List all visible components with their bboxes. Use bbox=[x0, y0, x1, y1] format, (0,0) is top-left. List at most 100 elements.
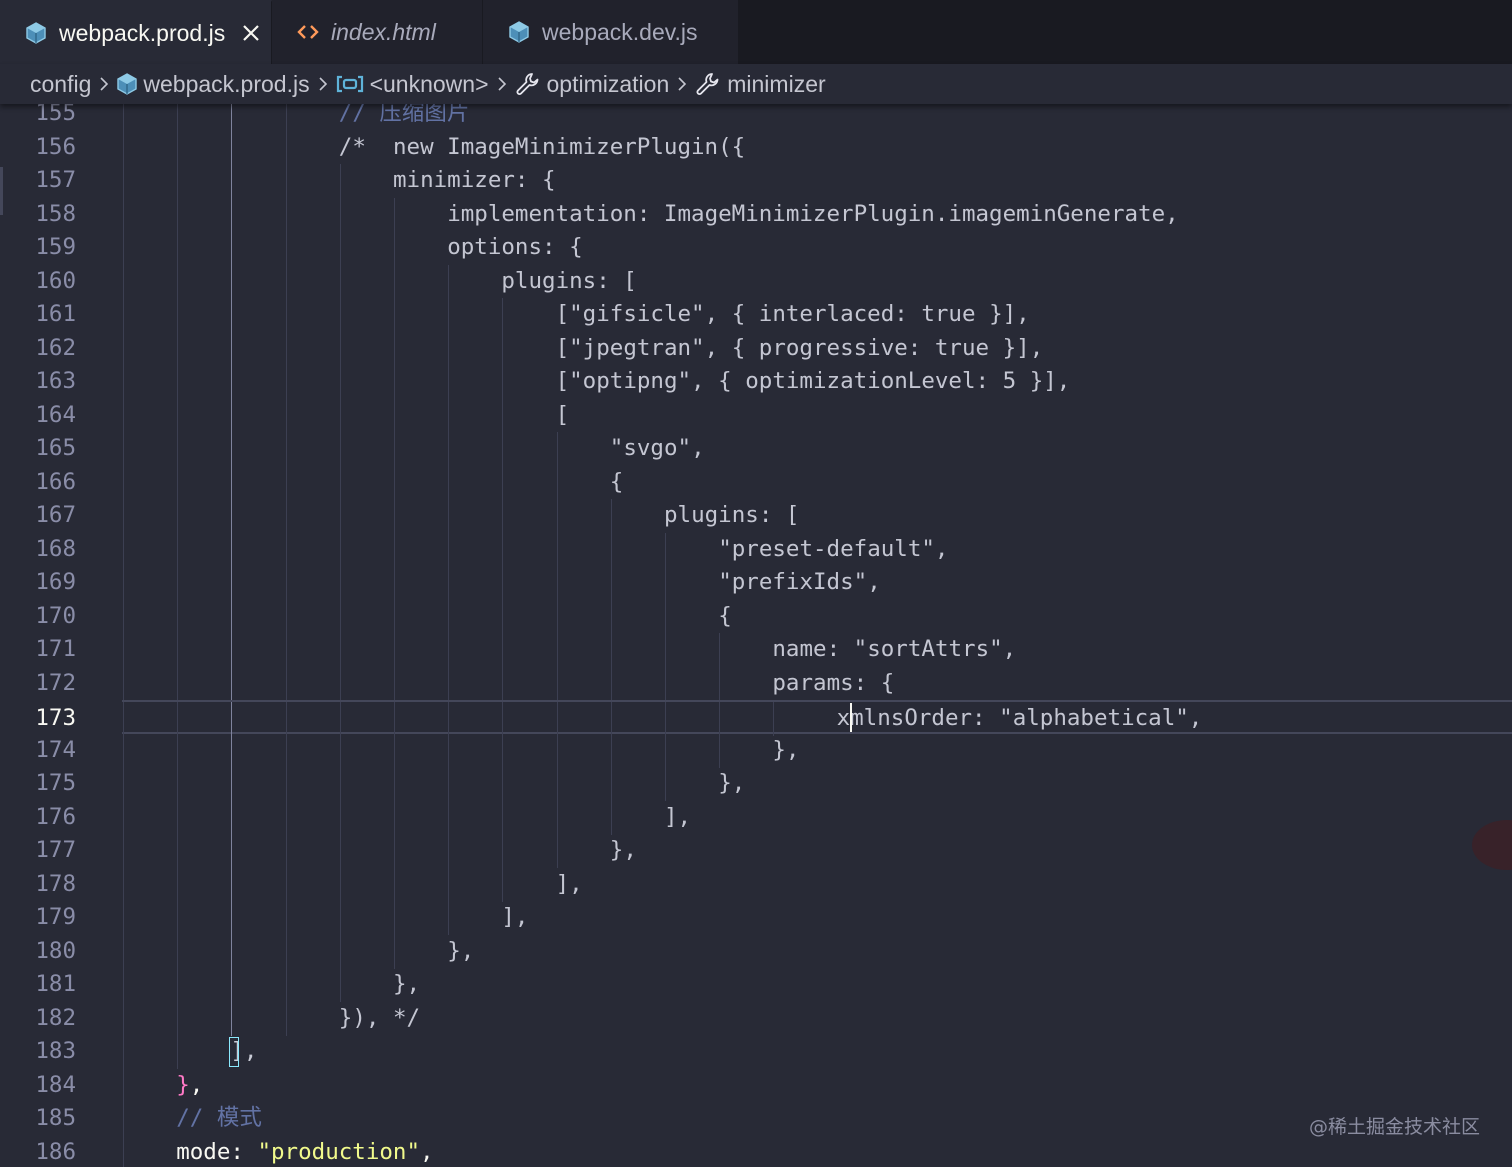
close-icon[interactable] bbox=[239, 21, 263, 45]
indent-guide bbox=[556, 499, 558, 533]
indent-guide bbox=[394, 532, 395, 567]
code-line[interactable]: 158 implementation: ImageMinimizerPlugin.… bbox=[0, 197, 1512, 232]
indent-guide bbox=[339, 566, 341, 600]
code-editor[interactable]: 155// 压缩图片 156/* new ImageMinimizerPlugin… bbox=[0, 97, 1512, 1167]
indent-guide bbox=[123, 702, 124, 736]
indent-guide bbox=[285, 702, 287, 736]
code-line[interactable]: 173 xmlnsOrder: "alphabetical", bbox=[35, 700, 1512, 736]
tab-webpack-dev[interactable]: webpack.dev.js bbox=[483, 0, 739, 64]
code-line[interactable]: 172 params: { bbox=[0, 666, 1512, 701]
indent-guide bbox=[123, 130, 124, 165]
code-line[interactable]: 157 minimizer: { bbox=[0, 164, 1512, 198]
code-line[interactable]: 163 ["optipng", { optimizationLevel: 5 }]… bbox=[0, 365, 1512, 399]
code-line[interactable]: 180}, bbox=[0, 934, 1512, 969]
code-line[interactable]: 156 /* new ImageMinimizerPlugin({ bbox=[0, 130, 1512, 165]
indent-guide bbox=[610, 800, 612, 835]
indent-guide bbox=[448, 901, 450, 935]
indent-guide bbox=[123, 666, 124, 701]
indent-guide bbox=[123, 164, 124, 198]
indent-guide bbox=[448, 800, 450, 835]
code-line[interactable]: 170 { bbox=[0, 599, 1512, 634]
indent-guide bbox=[123, 532, 124, 567]
code-line[interactable]: 181}, bbox=[0, 968, 1512, 1002]
indent-guide bbox=[502, 499, 504, 533]
code-text: "preset-default", bbox=[718, 535, 949, 562]
line-number: 165 bbox=[35, 435, 76, 461]
line-number: 177 bbox=[35, 837, 76, 863]
indent-guide bbox=[177, 264, 179, 299]
code-line[interactable]: 174}, bbox=[0, 733, 1512, 768]
line-number: 164 bbox=[35, 401, 76, 428]
code-line[interactable]: 166 { bbox=[0, 465, 1512, 500]
indent-guide bbox=[339, 465, 341, 500]
indent-guide bbox=[231, 465, 233, 500]
code-line[interactable]: 167 plugins: [ bbox=[0, 499, 1512, 533]
indent-guide bbox=[448, 532, 450, 567]
indent-guide bbox=[448, 566, 450, 600]
code-line[interactable]: 160 plugins: [ bbox=[0, 264, 1512, 299]
breadcrumb-item-config[interactable]: config bbox=[30, 64, 91, 104]
indent-guide bbox=[231, 264, 233, 299]
breadcrumb-item-unknown[interactable]: <unknown> bbox=[336, 64, 489, 104]
line-number: 171 bbox=[35, 636, 76, 662]
code-line[interactable]: 171 name: "sortAttrs", bbox=[0, 633, 1512, 667]
indent-guide bbox=[285, 298, 287, 332]
code-line[interactable]: 175}, bbox=[0, 767, 1512, 801]
indent-guide bbox=[448, 499, 450, 533]
code-line[interactable]: 185 // 模式 bbox=[0, 1102, 1512, 1136]
code-line[interactable]: 183], bbox=[0, 1035, 1512, 1069]
indent-guide bbox=[394, 767, 395, 801]
code-line[interactable]: 159 options: { bbox=[0, 231, 1512, 265]
indent-guide bbox=[610, 733, 612, 768]
indent-guide bbox=[123, 901, 124, 935]
indent-guide bbox=[394, 867, 395, 902]
code-line[interactable]: 168 "preset-default", bbox=[0, 532, 1512, 567]
indent-guide bbox=[448, 365, 450, 399]
tab-webpack-prod[interactable]: webpack.prod.js bbox=[0, 0, 272, 64]
tab-index-html[interactable]: index.html bbox=[272, 0, 483, 64]
breadcrumb-label: <unknown> bbox=[369, 70, 489, 97]
indent-guide bbox=[177, 1035, 179, 1069]
code-line[interactable]: 177}, bbox=[0, 834, 1512, 868]
indent-guide bbox=[556, 666, 558, 701]
indent-guide bbox=[394, 599, 395, 634]
code-line[interactable]: 184}, bbox=[0, 1068, 1512, 1103]
indent-guide bbox=[448, 298, 450, 332]
indent-guide bbox=[665, 532, 666, 567]
code-text: ], bbox=[664, 803, 692, 830]
indent-guide bbox=[448, 432, 450, 466]
indent-guide bbox=[339, 702, 341, 736]
breadcrumb-item-minimizer[interactable]: minimizer bbox=[695, 64, 826, 104]
indent-guide bbox=[123, 733, 124, 768]
indent-guide bbox=[231, 130, 233, 165]
indent-guide bbox=[339, 231, 341, 265]
indent-guide bbox=[123, 1068, 124, 1103]
indent-guide bbox=[285, 532, 287, 567]
indent-guide bbox=[665, 566, 666, 600]
code-line[interactable]: 182}), */ bbox=[0, 1001, 1512, 1036]
code-line[interactable]: 165 "svgo", bbox=[0, 432, 1512, 466]
code-line[interactable]: 169 "prefixIds", bbox=[0, 566, 1512, 600]
line-number: 158 bbox=[35, 200, 76, 227]
code-line[interactable]: 178], bbox=[0, 867, 1512, 902]
code-line[interactable]: 179], bbox=[0, 901, 1512, 935]
line-number: 180 bbox=[35, 937, 76, 964]
indent-guide bbox=[773, 702, 775, 736]
code-line[interactable]: 176], bbox=[0, 800, 1512, 835]
code-text: ], bbox=[501, 904, 529, 930]
code-text: implementation: ImageMinimizerPlugin.ima… bbox=[447, 200, 1179, 227]
breadcrumb-item-file[interactable]: webpack.prod.js bbox=[117, 64, 310, 104]
code-line[interactable]: 186 mode: "production", bbox=[0, 1135, 1512, 1167]
breadcrumb-item-optimization[interactable]: optimization bbox=[515, 64, 669, 104]
indent-guide bbox=[502, 566, 504, 600]
line-number: 162 bbox=[35, 334, 76, 361]
indent-guide bbox=[502, 532, 504, 567]
code-line[interactable]: 161 ["gifsicle", { interlaced: true }], bbox=[0, 298, 1512, 332]
code-line[interactable]: 164 [ bbox=[0, 398, 1512, 433]
line-number: 156 bbox=[35, 133, 76, 160]
indent-guide bbox=[285, 733, 287, 768]
indent-guide bbox=[177, 298, 179, 332]
indent-guide bbox=[177, 800, 179, 835]
indent-guide bbox=[665, 633, 666, 667]
code-line[interactable]: 162 ["jpegtran", { progressive: true }], bbox=[0, 331, 1512, 366]
